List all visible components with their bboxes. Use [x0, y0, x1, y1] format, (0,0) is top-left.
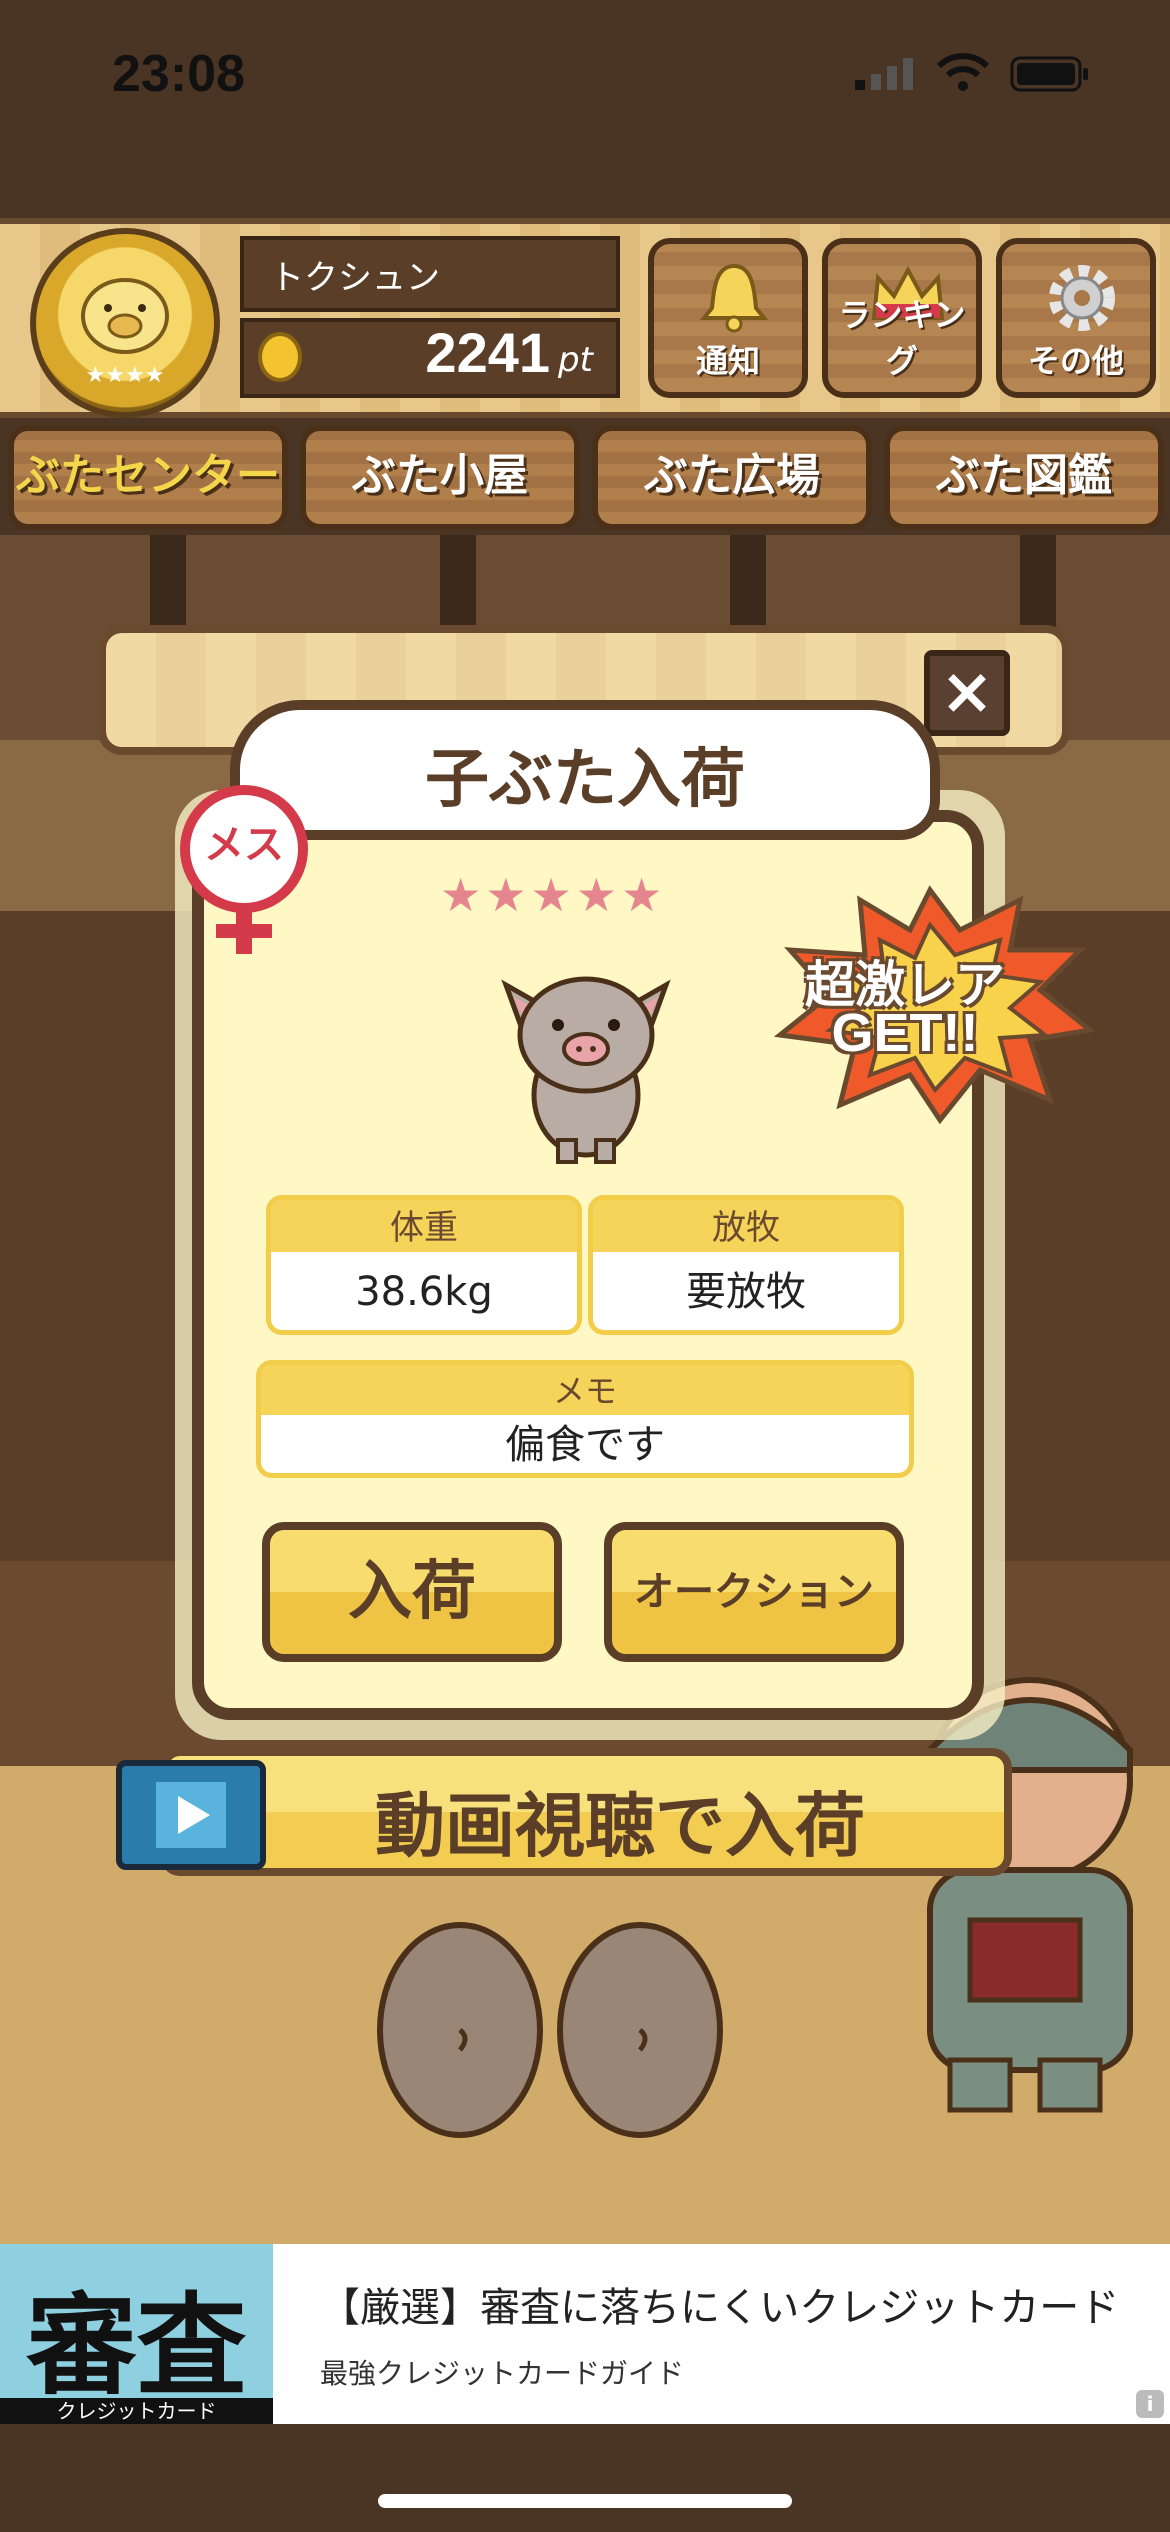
player-name: トクシュン — [270, 258, 440, 298]
tab-buta-center[interactable]: ぶたセンター — [8, 425, 288, 530]
player-rank-medal[interactable]: ★★★★ — [30, 228, 220, 418]
gender-label: メス — [204, 822, 284, 868]
coin-icon — [258, 332, 302, 382]
rarity-text-line2: GET!! — [831, 1003, 979, 1063]
weight-label: 体重 — [271, 1200, 577, 1252]
weight-box: 体重 38.6kg — [266, 1195, 582, 1335]
female-icon-bar — [216, 924, 272, 938]
ad-info-icon[interactable]: i — [1136, 2390, 1164, 2418]
video-play-icon — [116, 1760, 266, 1870]
pigs-back-view — [377, 1922, 723, 2138]
piglet-character — [501, 976, 671, 1164]
gear-icon — [1049, 265, 1115, 331]
close-button[interactable]: × — [924, 650, 1010, 736]
grazing-label: 放牧 — [593, 1200, 899, 1252]
status-time: 23:08 — [112, 45, 245, 103]
watch-video-stock-label: 動画視聴で入荷 — [375, 1785, 865, 1867]
battery-icon — [1010, 56, 1088, 92]
pig-face-icon: ★★★★ — [81, 278, 169, 388]
grazing-value: 要放牧 — [686, 1269, 806, 1315]
home-indicator[interactable] — [378, 2494, 792, 2508]
other-button[interactable]: その他 — [996, 238, 1156, 398]
other-label: その他 — [1027, 342, 1124, 380]
tab-buta-hut[interactable]: ぶた小屋 — [300, 425, 580, 530]
memo-label: メモ — [261, 1365, 909, 1415]
ad-image-caption: クレジットカード — [0, 2398, 273, 2424]
memo-box: メモ 偏食です — [256, 1360, 914, 1478]
tab-buta-plaza[interactable]: ぶた広場 — [592, 425, 872, 530]
notification-button[interactable]: 通知 — [648, 238, 808, 398]
wifi-icon — [936, 53, 990, 91]
modal-title: 子ぶた入荷 — [425, 743, 745, 817]
grazing-box: 放牧 要放牧 — [588, 1195, 904, 1335]
notification-label: 通知 — [695, 342, 760, 380]
ad-title[interactable]: 【厳選】審査に落ちにくいクレジットカード — [320, 2275, 1119, 2333]
points-unit: pt — [558, 340, 593, 380]
auction-button[interactable]: オークション — [604, 1522, 904, 1662]
ranking-button[interactable]: ランキング — [822, 238, 982, 398]
points-value: 2241 — [425, 321, 550, 384]
weight-value: 38.6kg — [355, 1269, 493, 1315]
memo-value: 偏食です — [505, 1422, 665, 1468]
ad-image-text: 審査 — [26, 2282, 247, 2410]
ranking-label: ランキング — [838, 296, 966, 380]
stock-button[interactable]: 入荷 — [262, 1522, 562, 1662]
ad-subtitle: 最強クレジットカードガイド — [320, 2357, 685, 2390]
rarity-stars: ★★★★★ — [440, 868, 667, 922]
tab-buta-encyclopedia[interactable]: ぶた図鑑 — [884, 425, 1164, 530]
cellular-signal-icon — [855, 58, 913, 90]
bell-icon — [699, 263, 769, 333]
svg-text:★★★★: ★★★★ — [86, 363, 165, 388]
